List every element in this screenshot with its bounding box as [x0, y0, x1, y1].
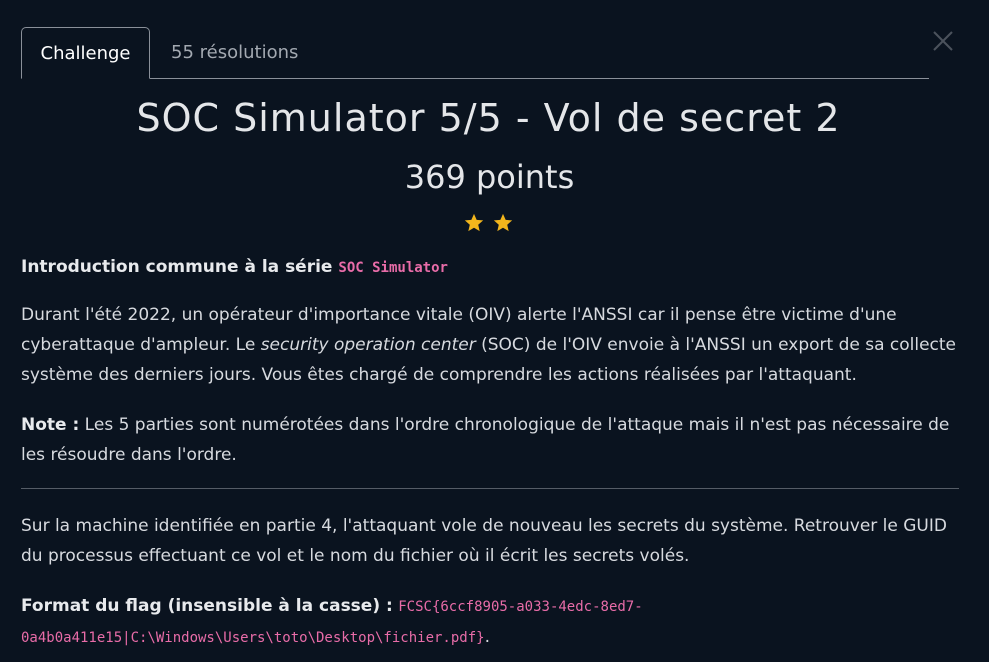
series-code: SOC Simulator — [338, 260, 448, 276]
flag-format-paragraph: Format du flag (insensible à la casse) :… — [21, 591, 966, 653]
challenge-description: Introduction commune à la série SOC Simu… — [21, 252, 966, 647]
intro-italic: security operation center — [260, 335, 476, 355]
challenge-title: SOC Simulator 5/5 - Vol de secret 2 — [136, 96, 841, 140]
intro-heading: Introduction commune à la série SOC Simu… — [21, 252, 966, 283]
task-paragraph: Sur la machine identifiée en partie 4, l… — [21, 516, 947, 566]
intro-heading-text: Introduction commune à la série — [21, 257, 333, 277]
star-icon — [463, 212, 485, 238]
tab-challenge[interactable]: Challenge — [21, 27, 150, 79]
tab-resolutions[interactable]: 55 résolutions — [171, 27, 298, 79]
star-icon — [492, 212, 514, 238]
note-label: Note : — [21, 415, 80, 435]
flag-format-end: . — [484, 627, 490, 647]
flag-format-label: Format du flag (insensible à la casse) : — [21, 596, 393, 616]
tab-bar: Challenge 55 résolutions — [21, 27, 929, 79]
divider — [21, 488, 959, 489]
close-icon[interactable] — [930, 28, 956, 54]
note-paragraph: Note : Les 5 parties sont numérotées dan… — [21, 410, 966, 470]
intro-paragraph: Durant l'été 2022, un opérateur d'import… — [21, 300, 966, 390]
challenge-points: 369 points — [404, 158, 575, 196]
note-text: Les 5 parties sont numérotées dans l'ord… — [21, 415, 950, 465]
challenge-modal: Challenge 55 résolutions SOC Simulator 5… — [0, 0, 989, 662]
difficulty-stars — [463, 212, 516, 238]
